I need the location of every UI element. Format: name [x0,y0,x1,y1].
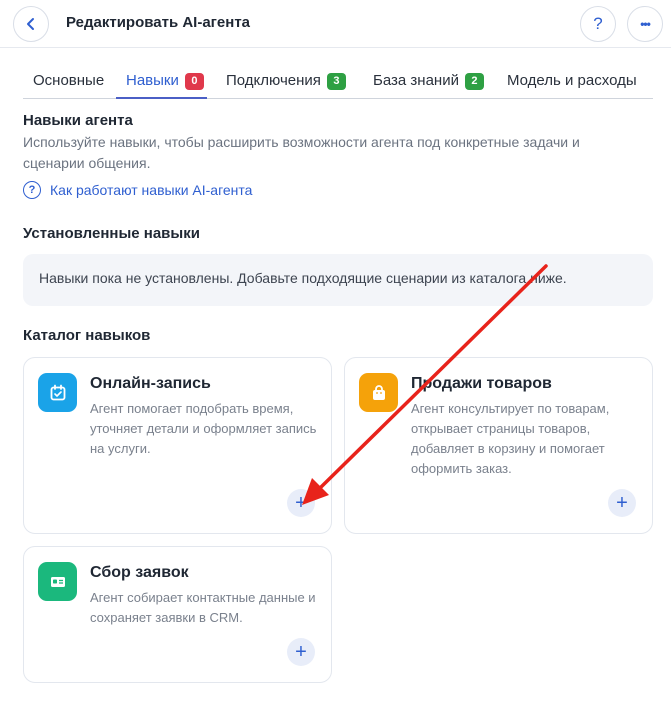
back-button[interactable] [13,6,49,42]
tab-label: Модель и расходы [507,72,637,89]
card-title: Сбор заявок [90,564,189,581]
add-skill-button[interactable]: + [608,489,636,517]
installed-skills-title: Установленные навыки [23,225,200,242]
skill-card-online-booking: Онлайн-запись Агент помогает подобрать в… [23,357,332,534]
skill-card-lead-collection: Сбор заявок Агент собирает контактные да… [23,546,332,683]
help-button[interactable]: ? [580,6,616,42]
tab-bar: Основные Навыки 0 Подключения 3 База зна… [23,66,653,99]
card-description: Агент консультирует по товарам, открывае… [411,401,610,476]
catalog-title: Каталог навыков [23,327,151,344]
contact-card-icon [38,562,77,601]
tab-label: Подключения [226,72,321,89]
skills-help-link[interactable]: ? Как работают навыки AI-агента [23,181,252,199]
top-bar: Редактировать AI-агента ? ••• [0,0,671,48]
calendar-icon [38,373,77,412]
chevron-left-icon [27,18,34,30]
shopping-bag-icon [359,373,398,412]
tab-label: Основные [33,72,105,89]
skills-count-badge: 0 [184,73,204,90]
tab-label: База знаний [373,72,459,89]
skill-card-product-sales: Продажи товаров Агент консультирует по т… [344,357,653,534]
card-description: Агент помогает подобрать время, уточняет… [90,401,317,456]
connections-count-badge: 3 [326,73,346,90]
add-skill-button[interactable]: + [287,638,315,666]
tab-knowledge-base[interactable]: База знаний 2 [373,72,484,99]
page-title: Редактировать AI-агента [66,14,251,31]
skills-description: Используйте навыки, чтобы расширить возм… [23,134,580,171]
skills-section-title: Навыки агента [23,112,133,129]
tab-label: Навыки [126,72,179,89]
help-link-label: Как работают навыки AI-агента [50,182,253,198]
question-circle-icon: ? [23,181,41,199]
more-button[interactable]: ••• [627,6,663,42]
knowledge-count-badge: 2 [464,73,484,90]
card-title: Онлайн-запись [90,375,211,392]
card-description: Агент собирает контактные данные и сохра… [90,590,316,625]
more-dots-icon: ••• [640,17,651,31]
installed-skills-empty-state: Навыки пока не установлены. Добавьте под… [23,254,653,306]
tab-skills[interactable]: Навыки 0 [116,72,207,99]
card-title: Продажи товаров [411,375,552,392]
tab-connections[interactable]: Подключения 3 [226,72,346,99]
tab-basic[interactable]: Основные [33,72,104,99]
add-skill-button[interactable]: + [287,489,315,517]
question-icon: ? [593,14,603,33]
tab-model-costs[interactable]: Модель и расходы [507,72,637,99]
